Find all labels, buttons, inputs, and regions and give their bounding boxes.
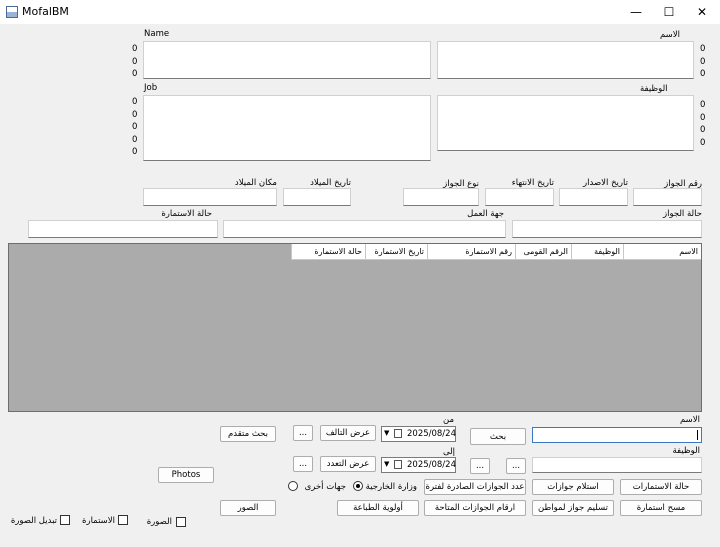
birth-place-label: مكان الميلاد: [234, 178, 277, 188]
grid-header: الاسم الوظيفة الرقم القومى رقم الاستمارة…: [291, 244, 701, 260]
job-ar-counter: 0000: [700, 100, 706, 148]
results-grid[interactable]: الاسم الوظيفة الرقم القومى رقم الاستمارة…: [8, 243, 702, 412]
ellipsis-button-1[interactable]: ...: [470, 458, 490, 474]
foreign-ministry-radio[interactable]: [353, 481, 363, 491]
date-to-picker[interactable]: ▼ 2025/08/24: [381, 457, 456, 473]
dropdown-arrow-icon[interactable]: ▼: [384, 429, 389, 437]
birth-date-input[interactable]: [283, 188, 351, 206]
receive-passports-button[interactable]: استلام جوازات: [532, 479, 614, 495]
date-to-value: 2025/08/24: [407, 460, 456, 470]
text-caret: [697, 430, 698, 440]
job-label-ar: الوظيفة: [640, 84, 668, 94]
foreign-ministry-label: وزارة الخارجية: [365, 482, 417, 492]
name-ar-counter: 000: [700, 44, 706, 79]
search-button[interactable]: بحث: [470, 428, 526, 445]
job-en-textarea[interactable]: [143, 95, 431, 161]
grid-col-national-id[interactable]: الرقم القومى: [515, 244, 571, 260]
to-label: إلى: [443, 447, 456, 457]
ellipsis-button-3[interactable]: ...: [293, 425, 313, 441]
passport-type-input[interactable]: [403, 188, 479, 206]
form-checkbox-label: الاستمارة: [82, 516, 115, 526]
change-photo-label: تبديل الصورة: [10, 516, 57, 526]
employer-label: جهة العمل: [467, 209, 504, 219]
expiry-date-label: تاريخ الانتهاء: [511, 178, 554, 188]
from-label: من: [443, 415, 455, 425]
form-status-button[interactable]: حالة الاستمارات: [620, 479, 702, 495]
scan-form-button[interactable]: مسح استمارة: [620, 500, 702, 516]
grid-col-form-status[interactable]: حالة الاستمارة: [291, 244, 365, 260]
issued-count-button[interactable]: عدد الجوازات الصادرة لفترة: [424, 479, 526, 495]
dropdown-arrow-icon[interactable]: ▼: [384, 460, 389, 468]
ellipsis-button-2[interactable]: ...: [506, 458, 526, 474]
close-button[interactable]: ✕: [686, 0, 718, 24]
calendar-icon[interactable]: [394, 460, 402, 469]
job-label-en: Job: [144, 83, 158, 93]
deliver-passport-button[interactable]: تسليم جواز لمواطن: [532, 500, 614, 516]
app-icon: [6, 6, 18, 18]
issue-date-input[interactable]: [559, 188, 628, 206]
search-job-input[interactable]: [532, 457, 702, 473]
print-priority-button[interactable]: أولوية الطباعة: [337, 500, 419, 516]
form-status-label: حالة الاستمارة: [161, 209, 212, 219]
photos-button[interactable]: Photos: [158, 467, 214, 483]
date-from-value: 2025/08/24: [407, 429, 456, 439]
search-name-input[interactable]: [532, 427, 702, 443]
form-checkbox[interactable]: [118, 515, 128, 525]
birth-place-input[interactable]: [143, 188, 277, 206]
form-status-input[interactable]: [28, 220, 218, 238]
employer-input[interactable]: [223, 220, 506, 238]
search-name-label: الاسم: [680, 415, 700, 425]
title-bar: [0, 0, 720, 24]
images-button[interactable]: الصور: [220, 500, 276, 516]
issue-date-label: تاريخ الاصدار: [583, 178, 628, 188]
grid-col-form-no[interactable]: رقم الاستمارة: [427, 244, 515, 260]
advanced-search-button[interactable]: بحث متقدم: [220, 426, 276, 442]
grid-col-form-date[interactable]: تاريخ الاستمارة: [365, 244, 427, 260]
expiry-date-input[interactable]: [485, 188, 554, 206]
other-parties-label: جهات أخرى: [304, 482, 346, 492]
name-label-ar: الاسم: [660, 30, 680, 40]
grid-col-name[interactable]: الاسم: [623, 244, 701, 260]
change-photo-checkbox[interactable]: [60, 515, 70, 525]
date-from-picker[interactable]: ▼ 2025/08/24: [381, 426, 456, 442]
birth-date-label: تاريخ الميلاد: [310, 178, 351, 188]
job-en-counter: 00000: [132, 97, 138, 157]
window-title: MofalBM: [22, 5, 69, 18]
passport-status-input[interactable]: [512, 220, 702, 238]
passport-status-label: حالة الجواز: [663, 209, 702, 219]
ellipsis-button-4[interactable]: ...: [293, 456, 313, 472]
maximize-button[interactable]: ☐: [653, 0, 685, 24]
job-ar-textarea[interactable]: [437, 95, 694, 151]
photo-checkbox[interactable]: [176, 517, 186, 527]
name-en-textarea[interactable]: [143, 41, 431, 79]
calendar-icon[interactable]: [394, 429, 402, 438]
grid-col-job[interactable]: الوظيفة: [571, 244, 623, 260]
other-parties-radio[interactable]: [288, 481, 298, 491]
show-damaged-button[interactable]: عرض التالف: [320, 425, 376, 441]
available-numbers-button[interactable]: ارقام الجوازات المتاحة: [424, 500, 526, 516]
name-ar-textarea[interactable]: [437, 41, 694, 79]
photo-checkbox-label: الصورة: [146, 517, 172, 527]
search-job-label: الوظيفة: [672, 446, 700, 456]
name-en-counter: 000: [132, 44, 138, 79]
minimize-button[interactable]: —: [620, 0, 652, 24]
name-label-en: Name: [144, 29, 170, 39]
show-count-button[interactable]: عرض التعدد: [320, 456, 376, 472]
passport-no-input[interactable]: [633, 188, 702, 206]
